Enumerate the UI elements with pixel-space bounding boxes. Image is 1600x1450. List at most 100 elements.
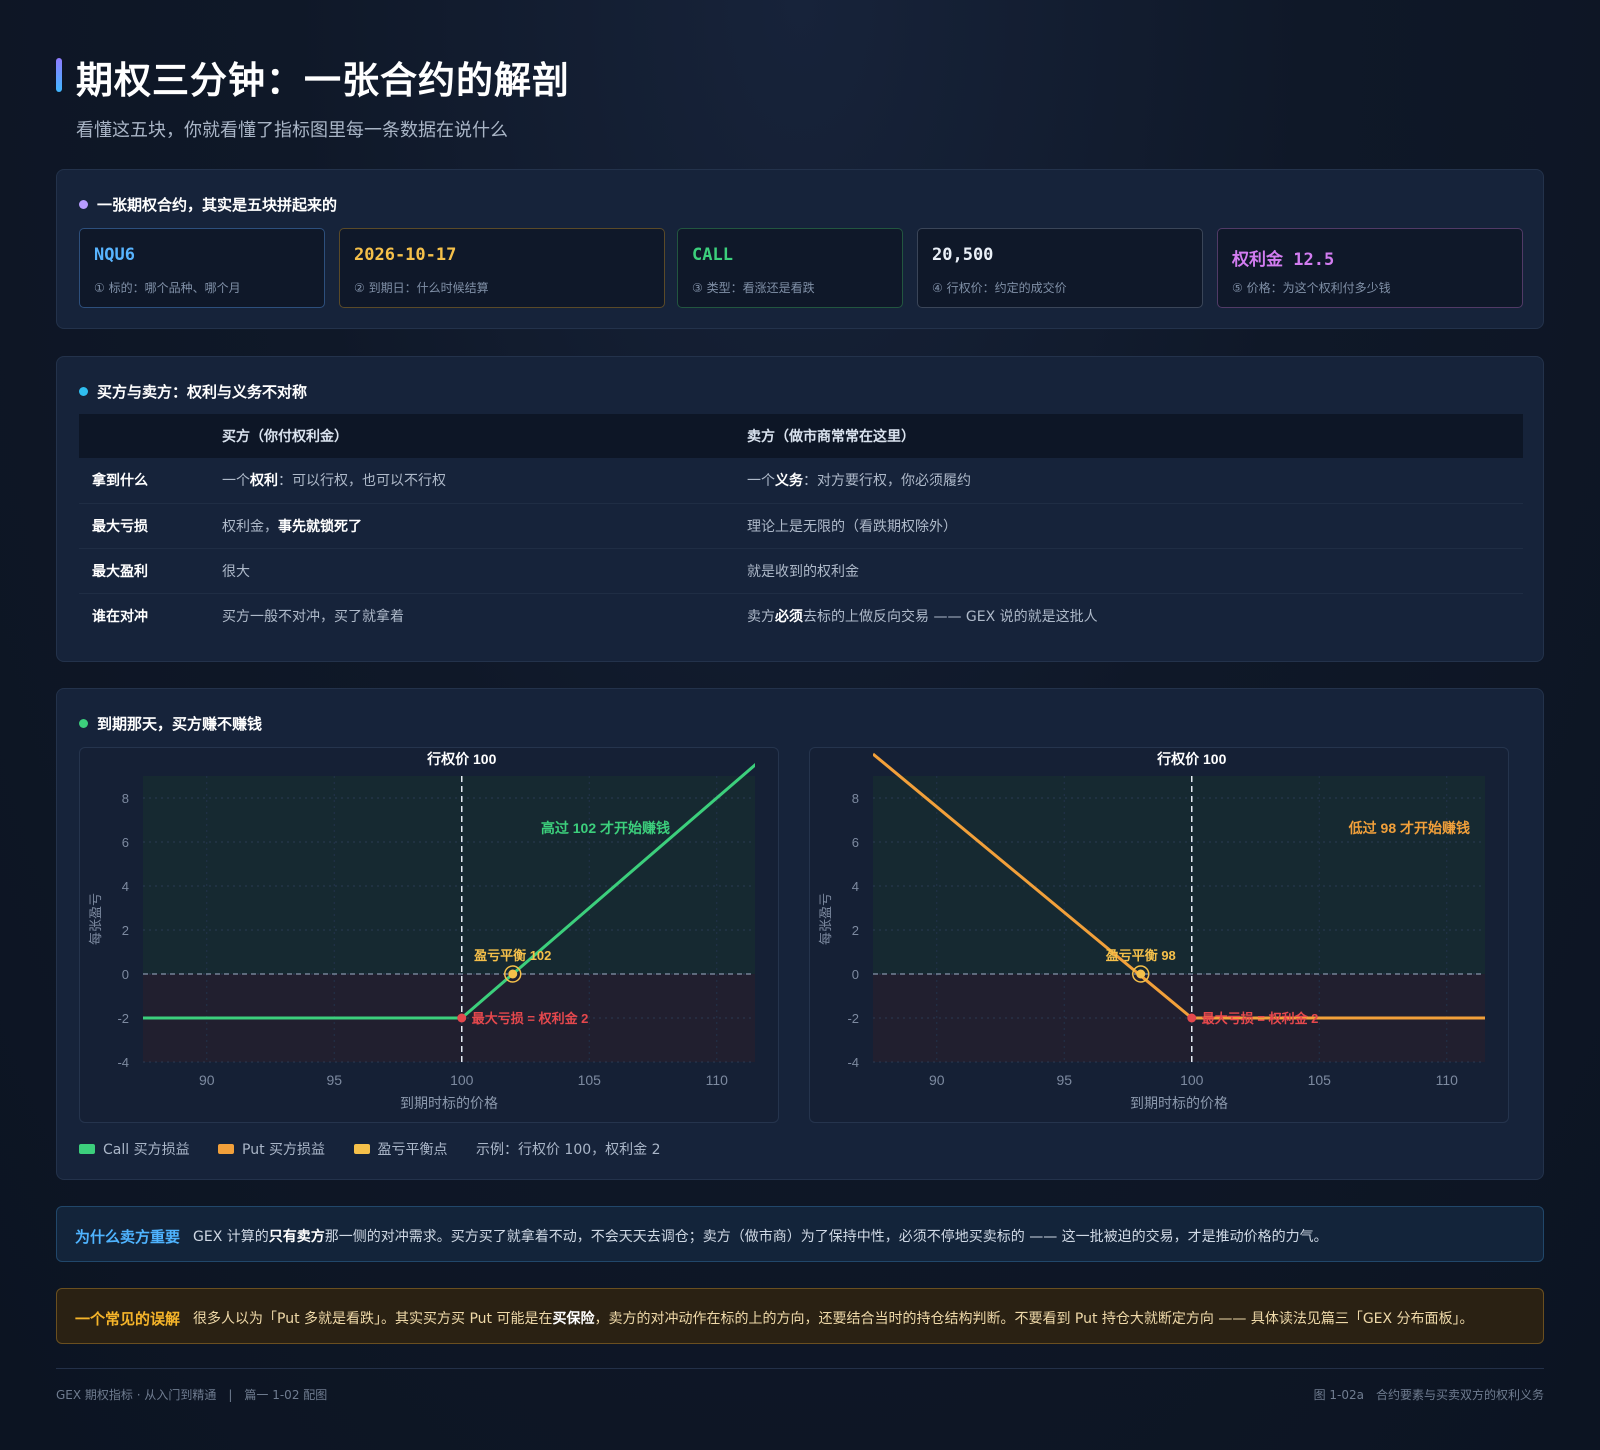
- callout-key: 为什么卖方重要: [75, 1228, 181, 1246]
- legend-swatch-icon: [79, 1144, 95, 1154]
- card-value: CALL: [692, 245, 733, 265]
- callout-text: GEX 计算的只有卖方那一侧的对冲需求。买方买了就拿着不动，不会天天去调仓；卖方…: [193, 1229, 1328, 1245]
- row-label: 拿到什么: [79, 458, 209, 504]
- bullet-dot-icon: [79, 200, 88, 209]
- buyer-cell: 很大: [209, 548, 734, 594]
- card-strike: 20,500 ④ 行权价：约定的成交价: [917, 228, 1203, 308]
- x-tick-label: 95: [326, 1072, 342, 1088]
- why-seller-callout: 为什么卖方重要 GEX 计算的只有卖方那一侧的对冲需求。买方买了就拿着不动，不会…: [56, 1206, 1544, 1262]
- table-row: 谁在对冲 买方一般不对冲，买了就拿着 卖方必须去标的上做反向交易 —— GEX …: [79, 593, 1523, 638]
- table-header-empty: [79, 414, 209, 458]
- x-tick-label: 90: [929, 1072, 945, 1088]
- strike-label: 行权价 100: [426, 751, 496, 767]
- seller-cell: 一个义务：对方要行权，你必须履约: [734, 458, 1523, 504]
- card-desc: ③ 类型：看涨还是看跌: [692, 281, 815, 295]
- y-axis-label: 每张盈亏: [818, 893, 833, 945]
- table-row: 拿到什么 一个权利：可以行权，也可以不行权 一个义务：对方要行权，你必须履约: [79, 458, 1523, 504]
- call-payoff-svg: -4 -2 0 2 4 6 8 90 95 100 105 110 行权价 100 到期时标的价格 每张盈亏…: [88, 751, 755, 1111]
- y-tick-label: -4: [117, 1055, 129, 1070]
- strike-label: 行权价 100: [1156, 751, 1226, 767]
- breakeven-label: 盈亏平衡 102: [473, 948, 551, 963]
- bullet-dot-icon: [79, 719, 88, 728]
- card-value: 20,500: [932, 245, 994, 265]
- table-header-row: 买方（你付权利金） 卖方（做市商常常在这里）: [79, 414, 1523, 458]
- callout-key: 一个常见的误解: [75, 1310, 181, 1328]
- y-tick-label: 0: [852, 967, 859, 982]
- y-tick-label: 2: [852, 923, 859, 938]
- x-tick-label: 100: [1180, 1072, 1204, 1088]
- card-value: 权利金 12.5: [1232, 250, 1335, 270]
- profit-zone: [143, 776, 755, 974]
- card-premium: 权利金 12.5 ⑤ 价格：为这个权利付多少钱: [1217, 228, 1523, 308]
- legend-breakeven: 盈亏平衡点: [353, 1142, 448, 1158]
- put-payoff-svg: -4 -2 0 2 4 6 8 90 95 100 105 110 行权价 100 到期时标的价格 每张盈亏…: [818, 751, 1485, 1111]
- payoff-heading-text: 到期那天，买方赚不赚钱: [97, 715, 263, 733]
- put-payoff-chart: -4 -2 0 2 4 6 8 90 95 100 105 110 行权价 100 到期时标的价格 每张盈亏…: [809, 747, 1509, 1123]
- card-underlying: NQU6 ① 标的：哪个品种、哪个月: [79, 228, 325, 308]
- legend-note: 示例：行权价 100，权利金 2: [475, 1142, 661, 1158]
- x-axis-label: 到期时标的价格: [400, 1095, 498, 1111]
- breakeven-point: [1136, 969, 1146, 979]
- max-loss-point: [457, 1013, 467, 1023]
- card-value: 2026-10-17: [354, 245, 457, 265]
- x-tick-label: 105: [1308, 1072, 1332, 1088]
- y-tick-label: 6: [852, 835, 859, 850]
- x-tick-label: 95: [1056, 1072, 1072, 1088]
- card-type: CALL ③ 类型：看涨还是看跌: [677, 228, 903, 308]
- anatomy-heading-text: 一张期权合约，其实是五块拼起来的: [97, 196, 338, 214]
- callout-text: 很多人以为「Put 多就是看跌」。其实买方买 Put 可能是在买保险，卖方的对冲…: [193, 1311, 1474, 1327]
- compare-table: 买方（你付权利金） 卖方（做市商常常在这里） 拿到什么 一个权利：可以行权，也可…: [79, 414, 1523, 638]
- payoff-heading: 到期那天，买方赚不赚钱: [79, 713, 262, 734]
- misconception-callout: 一个常见的误解 很多人以为「Put 多就是看跌」。其实买方买 Put 可能是在买…: [56, 1288, 1544, 1344]
- y-tick-label: -2: [847, 1011, 859, 1026]
- compare-heading: 买方与卖方：权利与义务不对称: [79, 381, 307, 402]
- anatomy-heading: 一张期权合约，其实是五块拼起来的: [79, 194, 337, 215]
- max-loss-point: [1187, 1013, 1197, 1023]
- card-desc: ⑤ 价格：为这个权利付多少钱: [1232, 281, 1391, 295]
- table-header-seller: 卖方（做市商常常在这里）: [734, 414, 1523, 458]
- x-tick-label: 110: [1436, 1072, 1459, 1088]
- chart-annotation: 低过 98 才开始赚钱: [1348, 820, 1470, 836]
- table-row: 最大盈利 很大 就是收到的权利金: [79, 548, 1523, 594]
- y-tick-label: 4: [122, 879, 129, 894]
- x-tick-label: 100: [450, 1072, 474, 1088]
- table-header-buyer: 买方（你付权利金）: [209, 414, 734, 458]
- page-subtitle: 看懂这五块，你就看懂了指标图里每一条数据在说什么: [76, 120, 508, 141]
- legend-put: Put 买方损益: [218, 1142, 325, 1158]
- card-desc: ② 到期日：什么时候结算: [354, 281, 489, 295]
- call-payoff-chart: -4 -2 0 2 4 6 8 90 95 100 105 110 行权价 100 到期时标的价格 每张盈亏…: [79, 747, 779, 1123]
- chart-legend: Call 买方损益 Put 买方损益 盈亏平衡点 示例：行权价 100，权利金 …: [79, 1139, 685, 1159]
- chart-annotation: 高过 102 才开始赚钱: [541, 820, 670, 836]
- profit-zone: [873, 776, 1485, 974]
- legend-call: Call 买方损益: [79, 1142, 190, 1158]
- breakeven-label: 盈亏平衡 98: [1105, 948, 1176, 963]
- bullet-dot-icon: [79, 387, 88, 396]
- max-loss-label: 最大亏损 = 权利金 2: [1202, 1011, 1319, 1026]
- buyer-cell: 买方一般不对冲，买了就拿着: [222, 608, 404, 625]
- x-axis-label: 到期时标的价格: [1130, 1095, 1228, 1111]
- table-row: 最大亏损 权利金，事先就锁死了 理论上是无限的（看跌期权除外）: [79, 503, 1523, 549]
- footer-right: 图 1-02a 合约要素与买卖双方的权利义务: [1313, 1388, 1544, 1402]
- max-loss-label: 最大亏损 = 权利金 2: [472, 1011, 589, 1026]
- legend-swatch-icon: [353, 1144, 370, 1154]
- y-tick-label: 0: [122, 967, 129, 982]
- y-tick-label: 8: [852, 791, 859, 806]
- card-desc: ④ 行权价：约定的成交价: [932, 281, 1067, 295]
- card-expiry: 2026-10-17 ② 到期日：什么时候结算: [339, 228, 665, 308]
- buyer-cell: 权利金，事先就锁死了: [209, 503, 734, 549]
- payoff-panel: 到期那天，买方赚不赚钱 -4 -2 0 2 4 6 8 90 95 100 105 110 行权价 10…: [56, 688, 1544, 1180]
- compare-heading-text: 买方与卖方：权利与义务不对称: [97, 383, 308, 401]
- row-label: 最大亏损: [79, 503, 209, 549]
- y-tick-label: 6: [122, 835, 129, 850]
- y-tick-label: 4: [852, 879, 859, 894]
- anatomy-panel: 一张期权合约，其实是五块拼起来的 NQU6 ① 标的：哪个品种、哪个月 2026…: [56, 169, 1544, 329]
- x-tick-label: 105: [578, 1072, 602, 1088]
- title-accent-bar: [56, 58, 62, 92]
- x-tick-label: 90: [199, 1072, 215, 1088]
- y-tick-label: 2: [122, 923, 129, 938]
- row-label: 最大盈利: [79, 548, 209, 594]
- breakeven-point: [508, 969, 518, 979]
- seller-cell: 理论上是无限的（看跌期权除外）: [734, 503, 1523, 549]
- x-tick-label: 110: [706, 1072, 729, 1088]
- row-label: 谁在对冲: [92, 608, 148, 625]
